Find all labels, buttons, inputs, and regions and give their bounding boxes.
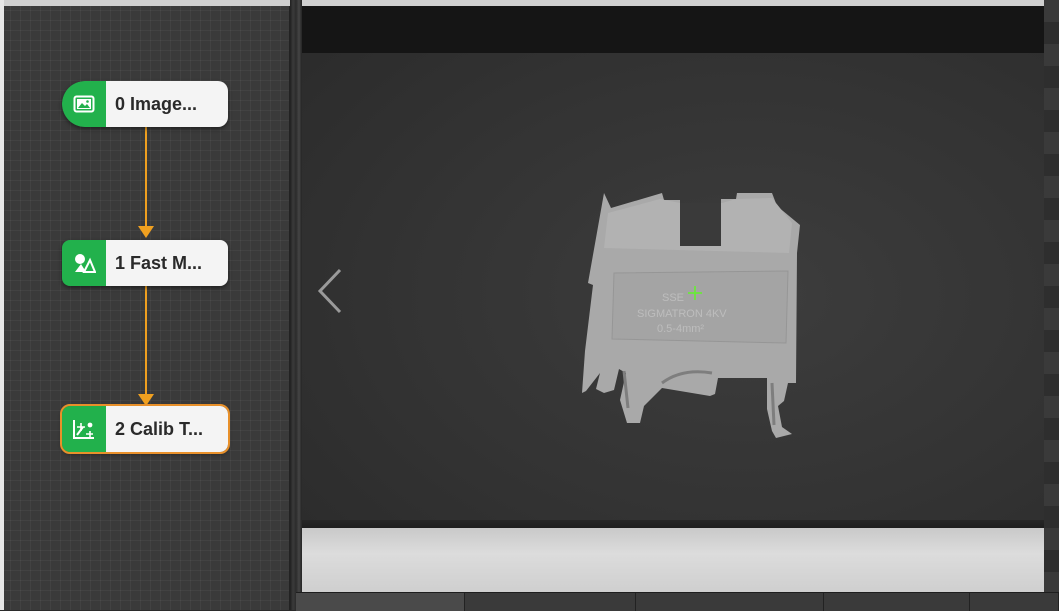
calibration-transform-icon bbox=[62, 406, 106, 452]
flow-node-label: 2 Calib T... bbox=[106, 406, 228, 452]
inspected-part: SSE SIGMATRON 4KV 0.5-4mm² bbox=[582, 193, 800, 438]
background-strip bbox=[302, 528, 1044, 592]
chevron-left-icon[interactable] bbox=[314, 266, 346, 316]
image-icon bbox=[62, 81, 106, 127]
flow-arrowhead-2 bbox=[138, 394, 154, 406]
viewer-scrollbar[interactable] bbox=[1044, 0, 1059, 592]
panel-top-edge bbox=[0, 0, 290, 6]
viewer-header-band bbox=[302, 6, 1044, 53]
flow-node-label: 0 Image... bbox=[106, 81, 228, 127]
bottom-tab-4[interactable] bbox=[824, 593, 971, 611]
bottom-tab-bar bbox=[296, 592, 1059, 611]
bottom-tab-1[interactable] bbox=[296, 593, 465, 611]
flow-node-label: 1 Fast M... bbox=[106, 240, 228, 286]
svg-text:0.5-4mm²: 0.5-4mm² bbox=[657, 323, 704, 335]
surface-edge bbox=[302, 520, 1044, 528]
flow-connector-0-1 bbox=[145, 127, 147, 228]
flow-panel: 0 Image... 1 Fast M... 2 Calib T... bbox=[0, 0, 290, 610]
flow-connector-1-2 bbox=[145, 286, 147, 396]
svg-text:SSE: SSE bbox=[662, 292, 684, 304]
svg-text:SIGMATRON 4KV: SIGMATRON 4KV bbox=[637, 308, 727, 320]
flow-node-image[interactable]: 0 Image... bbox=[62, 81, 228, 127]
image-viewer[interactable]: SSE SIGMATRON 4KV 0.5-4mm² bbox=[302, 0, 1044, 592]
flow-arrowhead-1 bbox=[138, 226, 154, 238]
shape-match-icon bbox=[62, 240, 106, 286]
bottom-tab-5[interactable] bbox=[970, 593, 1059, 611]
flow-node-calib-transform[interactable]: 2 Calib T... bbox=[60, 404, 230, 454]
bottom-tab-3[interactable] bbox=[636, 593, 825, 611]
flow-node-fast-match[interactable]: 1 Fast M... bbox=[62, 240, 228, 286]
bottom-tab-2[interactable] bbox=[465, 593, 636, 611]
panel-left-edge bbox=[0, 0, 4, 610]
camera-image: SSE SIGMATRON 4KV 0.5-4mm² bbox=[302, 53, 1044, 592]
panel-splitter[interactable] bbox=[290, 0, 302, 610]
